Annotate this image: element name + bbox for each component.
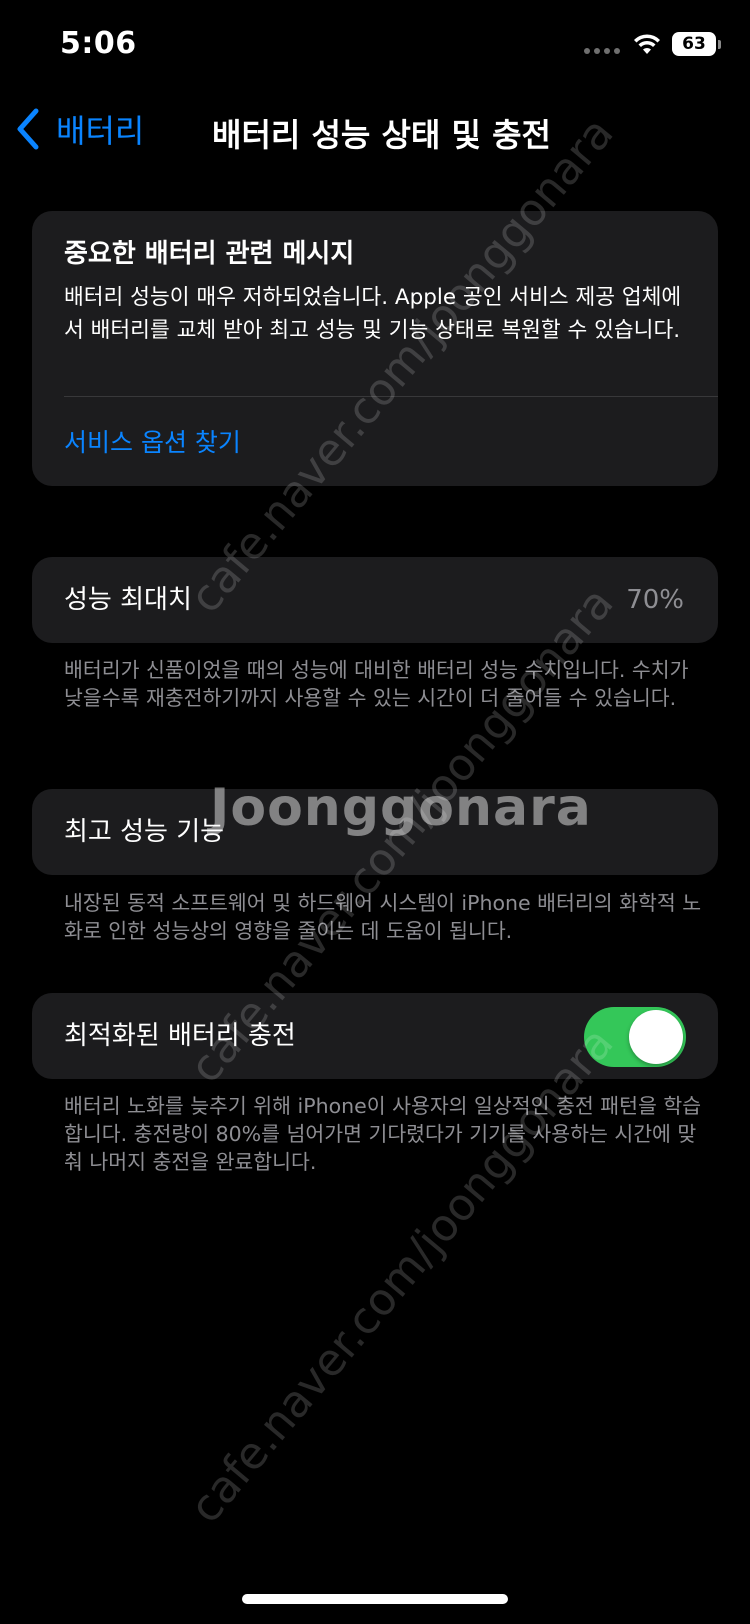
page-title: 배터리 성능 상태 및 충전 xyxy=(212,116,551,154)
battery-nub xyxy=(718,40,721,49)
max-capacity-footnote: 배터리가 신품이었을 때의 성능에 대비한 배터리 성능 수치입니다. 수치가 … xyxy=(64,658,689,710)
battery-message-title: 중요한 배터리 관련 메시지 xyxy=(64,239,355,269)
peak-performance-footnote: 내장된 동적 소프트웨어 및 하드웨어 시스템이 iPhone 배터리의 화학적… xyxy=(64,891,702,943)
optimized-charging-row: 최적화된 배터리 충전 xyxy=(32,993,718,1079)
battery-message-card: 중요한 배터리 관련 메시지 배터리 성능이 매우 저하되었습니다. Apple… xyxy=(32,211,718,486)
service-options-link[interactable]: 서비스 옵션 찾기 xyxy=(64,423,241,459)
optimized-charging-toggle[interactable] xyxy=(584,1007,686,1067)
back-button[interactable]: 배터리 xyxy=(14,104,144,154)
divider xyxy=(64,396,718,397)
toggle-knob xyxy=(629,1010,683,1064)
wifi-icon xyxy=(634,34,660,54)
peak-performance-label: 최고 성능 기능 xyxy=(64,817,225,847)
max-capacity-label: 성능 최대치 xyxy=(64,585,192,615)
cellular-signal-icon xyxy=(584,48,624,56)
status-bar: 5:06 63 xyxy=(0,0,750,96)
max-capacity-row: 성능 최대치 70% xyxy=(32,557,718,643)
status-time: 5:06 xyxy=(60,26,137,61)
chevron-left-icon xyxy=(17,108,39,150)
navigation-bar: 배터리 배터리 성능 상태 및 충전 xyxy=(0,96,750,166)
optimized-charging-footnote: 배터리 노화를 늦추기 위해 iPhone이 사용자의 일상적인 충전 패턴을 … xyxy=(64,1094,702,1174)
battery-message-body: 배터리 성능이 매우 저하되었습니다. Apple 공인 서비스 제공 업체에서… xyxy=(64,285,682,343)
battery-icon: 63 xyxy=(672,32,716,56)
home-indicator xyxy=(242,1594,508,1604)
peak-performance-row: 최고 성능 기능 xyxy=(32,789,718,875)
max-capacity-value: 70% xyxy=(626,585,684,615)
optimized-charging-label: 최적화된 배터리 충전 xyxy=(64,1021,296,1051)
back-label: 배터리 xyxy=(56,112,145,150)
